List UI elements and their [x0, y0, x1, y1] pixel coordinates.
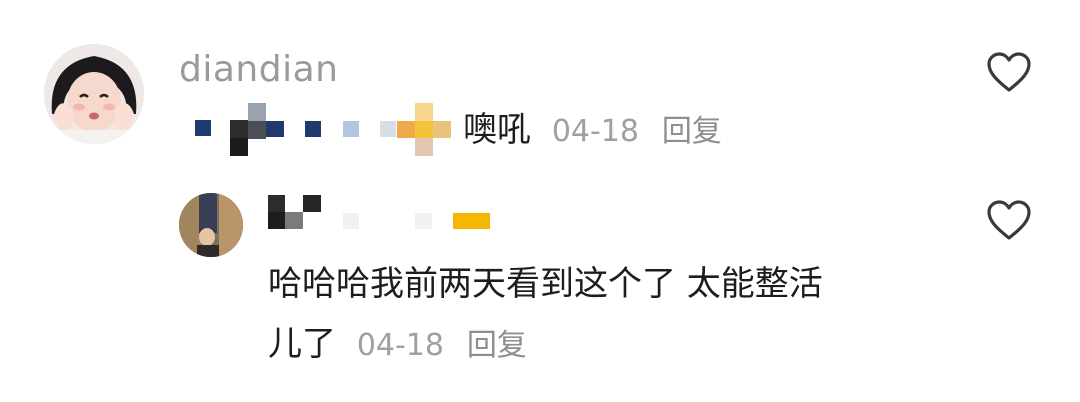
reply-avatar[interactable]: [179, 193, 243, 257]
avatar-image: [44, 44, 144, 144]
comment-text: 噢吼: [463, 110, 531, 150]
comment-date: 04-18: [551, 114, 639, 149]
heart-outline-icon[interactable]: [985, 50, 1033, 94]
avatar[interactable]: [44, 44, 144, 144]
reply-button[interactable]: 回复: [662, 114, 722, 149]
reply-text-line2: 儿了: [268, 324, 336, 364]
heart-outline-icon[interactable]: [985, 198, 1033, 242]
comment-body: 噢吼 04-18 回复: [463, 108, 722, 154]
reply-reply-button[interactable]: 回复: [467, 328, 527, 363]
reply-avatar-image: [179, 193, 243, 257]
comment-username[interactable]: diandian: [179, 50, 338, 90]
reply-body-line2: 儿了 04-18 回复: [268, 322, 527, 368]
reply-text-line1: 哈哈哈我前两天看到这个了 太能整活: [268, 264, 823, 304]
reply-date: 04-18: [356, 328, 444, 363]
